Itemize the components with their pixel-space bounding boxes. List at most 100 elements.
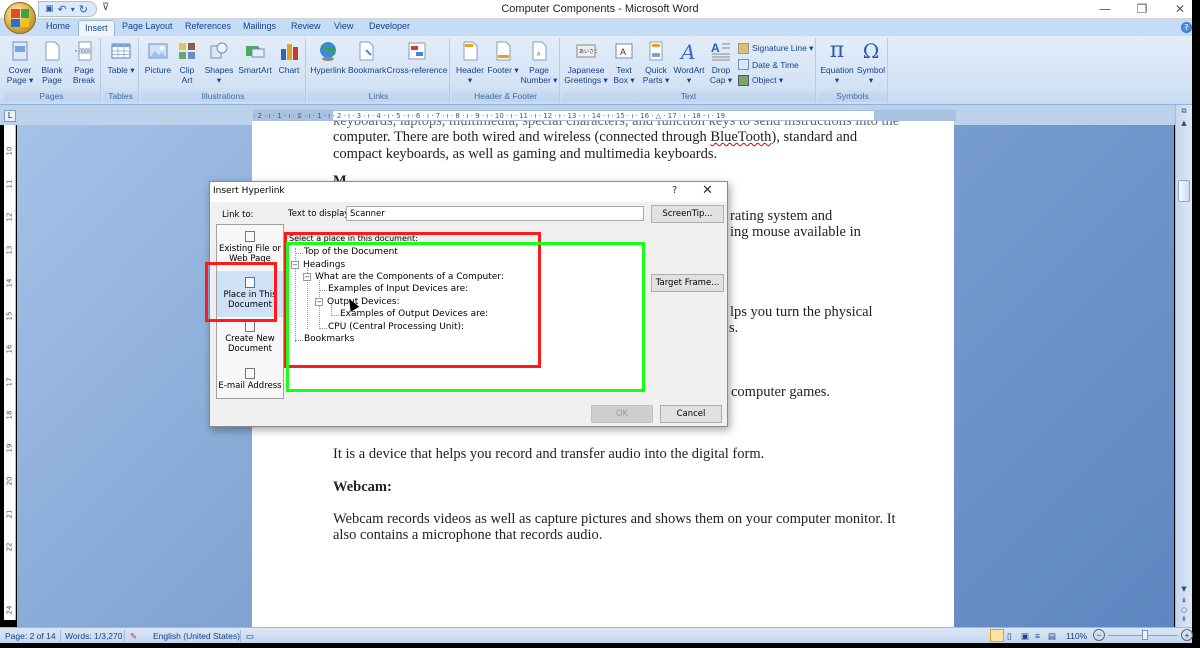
wordart-button[interactable]: A WordArt ▾ — [672, 40, 706, 85]
signature-line-button[interactable]: Signature Line ▾ — [738, 43, 813, 54]
dialog-title-bar[interactable]: Insert Hyperlink ? ✕ — [210, 182, 727, 202]
text-box-icon: A — [615, 43, 633, 59]
header-button[interactable]: Header ▾ — [454, 40, 486, 85]
macro-recording-icon[interactable]: ▭ — [246, 631, 254, 642]
text-box-button[interactable]: A Text Box ▾ — [610, 40, 638, 85]
link-to-place-in-document[interactable]: Place in This Document — [217, 271, 283, 317]
picture-button[interactable]: Picture — [143, 40, 173, 75]
dialog-close-button[interactable]: ✕ — [702, 183, 713, 198]
office-button[interactable] — [4, 2, 36, 34]
date-time-button[interactable]: Date & Time — [738, 59, 799, 70]
undo-icon[interactable]: ↶ — [58, 3, 67, 16]
zoom-out-button[interactable]: − — [1093, 629, 1105, 641]
smartart-button[interactable]: SmartArt — [237, 40, 273, 75]
select-browse-object-icon[interactable]: ○ — [1179, 606, 1189, 614]
link-to-existing-file[interactable]: Existing File or Web Page — [217, 231, 283, 267]
shapes-button[interactable]: Shapes ▾ — [203, 40, 235, 85]
previous-page-icon[interactable]: ⇞ — [1179, 597, 1189, 605]
vertical-ruler[interactable]: 10 11 12 13 14 15 16 17 18 19 20 21 22 24 — [4, 125, 16, 620]
scroll-down-arrow[interactable]: ▼ — [1179, 585, 1189, 593]
undo-dropdown-icon[interactable]: ▾ — [71, 5, 75, 14]
tab-view[interactable]: View — [334, 21, 353, 31]
equation-button[interactable]: π Equation ▾ — [819, 38, 855, 86]
page-number-icon: # — [532, 41, 547, 61]
document-places-tree[interactable]: − − − Top of the Document Headings What … — [288, 243, 643, 391]
page-break-button[interactable]: Page Break — [69, 40, 99, 85]
table-button[interactable]: Table ▾ — [106, 40, 136, 75]
collapse-output-devices-icon[interactable]: − — [315, 298, 323, 306]
customize-qat-icon[interactable]: ⊽ — [102, 2, 109, 13]
dialog-help-button[interactable]: ? — [672, 185, 677, 196]
tree-item-input-devices[interactable]: Examples of Input Devices are: — [328, 284, 468, 294]
tree-item-bookmarks[interactable]: Bookmarks — [304, 334, 354, 344]
japanese-greetings-button[interactable]: あいさつ Japanese Greetings ▾ — [564, 40, 608, 85]
tab-mailings[interactable]: Mailings — [243, 21, 276, 31]
tab-references[interactable]: References — [185, 21, 231, 31]
link-to-create-new-document[interactable]: Create New Document — [217, 321, 283, 357]
horizontal-ruler[interactable]: · 2 · ı · 1 · ı · ⧖ · ı · 1 · ı · 2 · ı … — [253, 110, 956, 121]
tab-developer[interactable]: Developer — [369, 21, 410, 31]
print-layout-view-icon[interactable] — [990, 629, 1004, 642]
screentip-button[interactable]: ScreenTip... — [651, 205, 724, 223]
vertical-scrollbar[interactable]: ⧉ ▲ ▼ ⇞ ○ ⇟ — [1175, 105, 1192, 627]
help-icon[interactable]: ? — [1181, 22, 1192, 33]
minimize-button[interactable]: — — [1085, 0, 1125, 19]
link-to-email-address[interactable]: E-mail Address — [217, 368, 283, 396]
language-indicator[interactable]: English (United States) — [153, 631, 240, 641]
footer-button[interactable]: Footer ▾ — [487, 40, 519, 75]
cancel-button[interactable]: Cancel — [660, 405, 722, 423]
doc-text-line: compact keyboards, as well as gaming and… — [333, 146, 718, 162]
tree-item-components[interactable]: What are the Components of a Computer: — [315, 272, 504, 282]
hyperlink-button[interactable]: Hyperlink — [310, 40, 346, 75]
collapse-components-icon[interactable]: − — [303, 273, 311, 281]
tab-selector[interactable]: L — [4, 110, 16, 122]
restore-button[interactable]: ❐ — [1122, 0, 1162, 19]
scroll-up-arrow[interactable]: ▲ — [1179, 119, 1189, 127]
symbol-button[interactable]: Ω Symbol ▾ — [855, 40, 887, 85]
scroll-thumb[interactable] — [1178, 180, 1190, 202]
tab-review[interactable]: Review — [291, 21, 321, 31]
tab-home[interactable]: Home — [46, 21, 70, 31]
tree-item-headings[interactable]: Headings — [303, 260, 345, 270]
object-button[interactable]: Object ▾ — [738, 75, 783, 86]
group-label-symbols: Symbols — [818, 91, 887, 102]
page-number-button[interactable]: # Page Number ▾ — [520, 40, 558, 85]
drop-cap-button[interactable]: A Drop Cap ▾ — [708, 40, 734, 85]
clip-art-button[interactable]: Clip Art — [175, 40, 199, 85]
next-page-icon[interactable]: ⇟ — [1179, 615, 1189, 623]
tab-page-layout[interactable]: Page Layout — [122, 21, 173, 31]
word-count[interactable]: Words: 1/3,270 — [65, 631, 123, 641]
cross-reference-icon — [408, 42, 426, 60]
tab-insert[interactable]: Insert — [78, 20, 115, 37]
ok-button[interactable]: OK — [591, 405, 653, 423]
tree-item-cpu[interactable]: CPU (Central Processing Unit): — [328, 322, 464, 332]
page-count[interactable]: Page: 2 of 14 — [5, 631, 56, 641]
draft-view-icon[interactable]: ▤ — [1048, 631, 1056, 642]
cover-page-button[interactable]: Cover Page ▾ — [5, 40, 35, 85]
outline-view-icon[interactable]: ≡ — [1035, 631, 1040, 641]
text-to-display-input[interactable] — [346, 206, 644, 221]
blank-page-button[interactable]: Blank Page — [37, 40, 67, 85]
redo-icon[interactable]: ↻ — [79, 3, 88, 16]
save-icon[interactable]: ▣ — [45, 4, 54, 14]
collapse-headings-icon[interactable]: − — [291, 261, 299, 269]
bookmark-button[interactable]: Bookmark — [348, 40, 386, 75]
proofing-icon[interactable]: ✎ — [130, 631, 137, 642]
vertical-ruler-label: 15 — [5, 311, 14, 321]
quick-parts-button[interactable]: Quick Parts ▾ — [640, 40, 672, 85]
chart-button[interactable]: Chart — [275, 40, 303, 75]
zoom-level[interactable]: 110% — [1066, 631, 1087, 641]
group-label-illustrations: Illustrations — [141, 91, 305, 102]
tree-item-output-devices[interactable]: Output Devices: — [327, 297, 400, 307]
cross-reference-button[interactable]: Cross-reference — [386, 40, 448, 75]
target-frame-button[interactable]: Target Frame... — [651, 274, 724, 292]
tree-item-output-examples[interactable]: Examples of Output Devices are: — [340, 309, 488, 319]
full-screen-reading-icon[interactable]: ▯ — [1007, 631, 1012, 642]
ruler-toggle-icon[interactable]: ⧉ — [1179, 107, 1189, 116]
japanese-greetings-icon: あいさつ — [576, 44, 597, 58]
zoom-in-button[interactable]: + — [1181, 629, 1193, 641]
zoom-slider-thumb[interactable] — [1142, 630, 1148, 640]
web-layout-icon[interactable]: ▣ — [1021, 631, 1029, 642]
pi-icon: π — [829, 38, 845, 63]
tree-item-top-of-document[interactable]: Top of the Document — [304, 247, 398, 257]
